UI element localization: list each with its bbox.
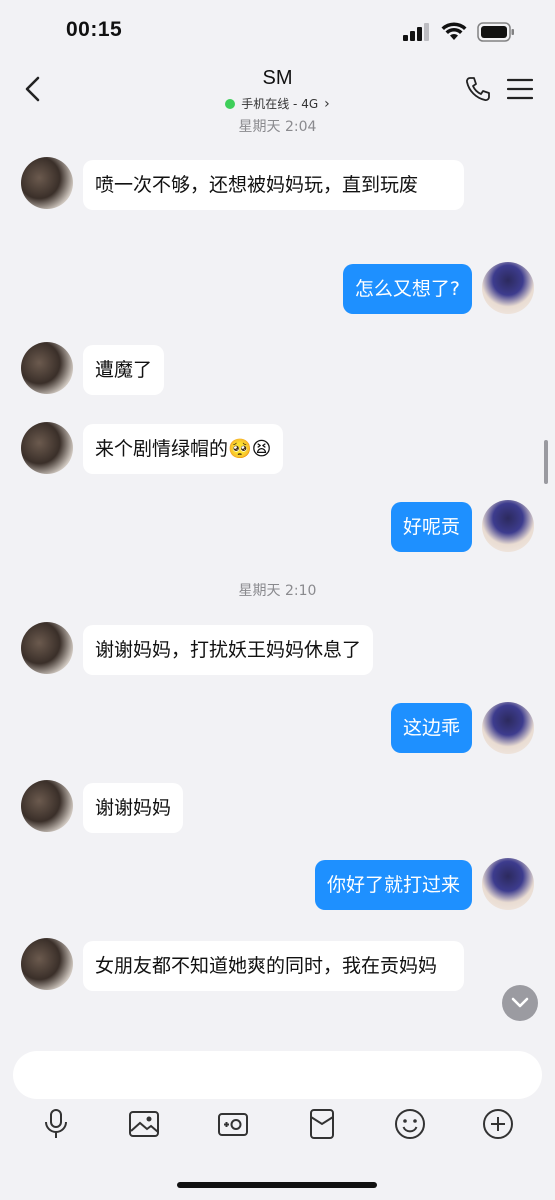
phone-icon[interactable] xyxy=(465,76,491,102)
chevron-down-icon xyxy=(511,997,529,1008)
chevron-right-icon: › xyxy=(324,95,330,112)
video-camera-icon xyxy=(218,1113,248,1136)
message-input[interactable] xyxy=(13,1051,542,1099)
outgoing-message-bubble[interactable]: 这边乖 xyxy=(390,703,472,753)
image-button[interactable] xyxy=(126,1106,162,1142)
menu-icon[interactable] xyxy=(507,78,533,100)
emoji-sticker: 🥺😫 xyxy=(228,438,272,460)
my-avatar[interactable] xyxy=(482,262,534,314)
microphone-icon xyxy=(45,1109,67,1138)
incoming-message-bubble[interactable]: 来个剧情绿帽的🥺😫 xyxy=(83,424,284,474)
contact-avatar[interactable] xyxy=(21,342,73,394)
input-toolbar xyxy=(0,1106,555,1146)
online-status-text: 手机在线 - 4G xyxy=(241,97,319,111)
red-packet-button[interactable] xyxy=(304,1106,340,1142)
contact-avatar[interactable] xyxy=(21,422,73,474)
scrollbar[interactable] xyxy=(544,440,548,484)
contact-avatar[interactable] xyxy=(21,622,73,674)
microphone-button[interactable] xyxy=(38,1106,74,1142)
status-bar: 00:15 xyxy=(0,0,555,62)
status-icons xyxy=(403,22,515,42)
incoming-message-bubble[interactable]: 喷一次不够，还想被妈妈玩，直到玩废 xyxy=(83,160,464,210)
home-indicator[interactable] xyxy=(177,1182,377,1188)
video-camera-button[interactable] xyxy=(215,1106,251,1142)
plus-icon xyxy=(483,1109,513,1139)
battery-icon xyxy=(477,22,514,42)
outgoing-message-bubble[interactable]: 你好了就打过来 xyxy=(314,860,472,910)
incoming-message-bubble[interactable]: 谢谢妈妈，打扰妖王妈妈休息了 xyxy=(83,625,374,675)
incoming-message-bubble[interactable]: 女朋友都不知道她爽的同时，我在贡妈妈 xyxy=(83,941,464,991)
scroll-to-bottom-button[interactable] xyxy=(502,985,538,1021)
contact-avatar[interactable] xyxy=(21,780,73,832)
contact-avatar[interactable] xyxy=(21,157,73,209)
timestamp: 星期天 2:10 xyxy=(238,583,317,599)
cellular-signal-icon xyxy=(403,23,429,41)
message-text: 来个剧情绿帽的 xyxy=(95,438,229,460)
emoji-icon xyxy=(395,1109,425,1139)
my-avatar[interactable] xyxy=(482,500,534,552)
my-avatar[interactable] xyxy=(482,858,534,910)
status-time: 00:15 xyxy=(66,18,123,41)
contact-avatar[interactable] xyxy=(21,938,73,990)
add-button[interactable] xyxy=(480,1106,516,1142)
chat-header: SM 手机在线 - 4G › xyxy=(0,62,555,120)
red-packet-icon xyxy=(310,1109,334,1139)
timestamp: 星期天 2:04 xyxy=(238,119,317,135)
my-avatar[interactable] xyxy=(482,702,534,754)
emoji-button[interactable] xyxy=(392,1106,428,1142)
wifi-icon xyxy=(441,22,467,40)
online-dot-icon xyxy=(225,98,236,109)
image-icon xyxy=(129,1111,159,1137)
outgoing-message-bubble[interactable]: 怎么又想了? xyxy=(342,264,472,314)
incoming-message-bubble[interactable]: 遭魔了 xyxy=(83,345,165,395)
input-area xyxy=(0,1040,555,1200)
outgoing-message-bubble[interactable]: 好呢贡 xyxy=(390,502,472,552)
incoming-message-bubble[interactable]: 谢谢妈妈 xyxy=(83,783,184,833)
